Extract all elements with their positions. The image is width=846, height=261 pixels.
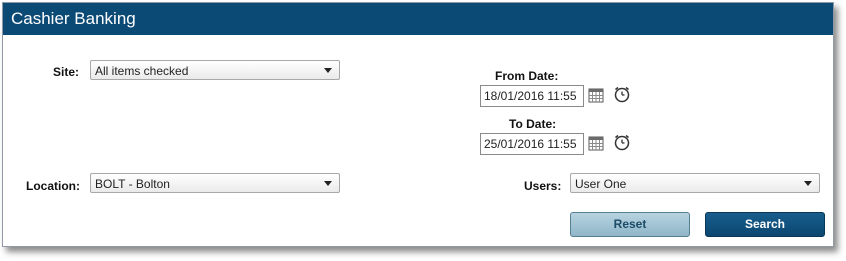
search-button[interactable]: Search — [705, 212, 825, 237]
location-dropdown[interactable]: BOLT - Bolton — [90, 173, 340, 193]
to-date-input[interactable] — [480, 133, 584, 155]
page-title: Cashier Banking — [11, 9, 136, 28]
chevron-down-icon — [324, 68, 332, 73]
from-date-label: From Date: — [495, 69, 559, 83]
chevron-down-icon — [804, 181, 812, 186]
site-dropdown[interactable]: All items checked — [90, 60, 340, 80]
site-dropdown-value: All items checked — [95, 64, 189, 78]
clock-icon[interactable] — [613, 133, 631, 156]
reset-button[interactable]: Reset — [570, 212, 690, 237]
users-dropdown[interactable]: User One — [570, 173, 820, 193]
users-dropdown-value: User One — [575, 177, 627, 191]
location-label: Location: — [26, 179, 80, 193]
location-dropdown-value: BOLT - Bolton — [95, 177, 170, 191]
from-date-input[interactable] — [480, 85, 584, 107]
clock-icon[interactable] — [613, 85, 631, 108]
to-date-label: To Date: — [509, 117, 557, 131]
users-label: Users: — [524, 179, 562, 193]
site-label: Site: — [53, 65, 80, 79]
title-bar: Cashier Banking — [3, 3, 833, 35]
cashier-banking-panel: Cashier Banking Site: All items checked … — [2, 2, 834, 247]
calendar-icon[interactable] — [588, 135, 604, 156]
chevron-down-icon — [324, 181, 332, 186]
calendar-icon[interactable] — [588, 87, 604, 108]
